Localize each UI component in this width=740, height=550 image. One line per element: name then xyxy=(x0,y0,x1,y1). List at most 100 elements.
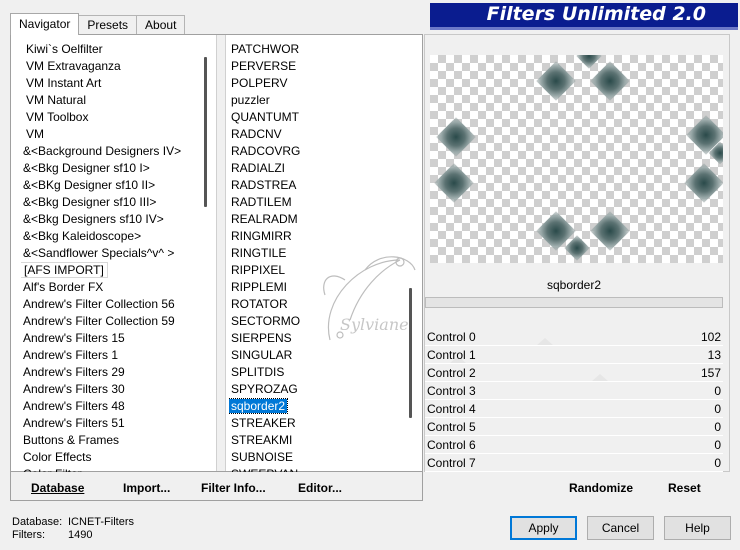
category-item-label: &<Background Designers IV> xyxy=(23,144,182,158)
control-name: Control 4 xyxy=(427,402,476,416)
filter-item[interactable]: RADTILEM xyxy=(229,194,409,211)
category-item-label: Andrew's Filters 48 xyxy=(23,399,125,413)
filters-count-value: 1490 xyxy=(68,529,93,541)
filter-item-label: RADTILEM xyxy=(231,195,292,209)
database-label: Database: xyxy=(12,516,63,528)
control-slider[interactable]: Control 5 0 xyxy=(425,418,723,436)
filter-info-button[interactable]: Filter Info... xyxy=(201,481,266,495)
filter-item[interactable]: REALRADM xyxy=(229,211,409,228)
category-item[interactable]: &<Bkg Designer sf10 III> xyxy=(21,194,199,211)
filter-item[interactable]: sqborder2 xyxy=(229,398,409,415)
tab-navigator[interactable]: Navigator xyxy=(10,13,80,35)
filter-item[interactable]: RADCOVRG xyxy=(229,143,409,160)
control-slider[interactable]: Control 1 13 xyxy=(425,346,723,364)
cancel-button[interactable]: Cancel xyxy=(587,516,654,540)
filters-count-label: Filters: xyxy=(12,529,45,541)
filter-item[interactable]: SIERPENS xyxy=(229,330,409,347)
filter-item[interactable]: RADSTREA xyxy=(229,177,409,194)
database-info: Database: ICNET-Filters Filters: 1490 xyxy=(12,516,134,542)
navigator-panel: Kiwi`s Oelfilter VM Extravaganza VM Instan… xyxy=(10,34,423,473)
filter-item[interactable]: RADCNV xyxy=(229,126,409,143)
control-slider[interactable]: Control 6 0 xyxy=(425,436,723,454)
category-item[interactable]: VM Instant Art xyxy=(21,75,199,92)
filter-item[interactable]: SPYROZAG xyxy=(229,381,409,398)
filter-item-label: RINGTILE xyxy=(231,246,287,260)
category-item[interactable]: Kiwi`s Oelfilter xyxy=(21,41,199,58)
category-item[interactable]: &<Bkg Designer sf10 I> xyxy=(21,160,199,177)
category-item[interactable]: Andrew's Filters 15 xyxy=(21,330,199,347)
category-item[interactable]: &<Sandflower Specials^v^ > xyxy=(21,245,199,262)
category-scrollbar[interactable] xyxy=(204,57,207,207)
preview-diamond xyxy=(436,117,476,157)
control-slider[interactable]: Control 4 0 xyxy=(425,400,723,418)
category-item-label: Kiwi`s Oelfilter xyxy=(26,42,103,56)
category-item[interactable]: Color Effects xyxy=(21,449,199,466)
category-item[interactable]: &<BKg Designer sf10 II> xyxy=(21,177,199,194)
filter-scrollbar[interactable] xyxy=(409,288,412,418)
category-item[interactable]: Alf's Border FX xyxy=(21,279,199,296)
reset-button[interactable]: Reset xyxy=(668,481,701,495)
filter-item[interactable]: SINGULAR xyxy=(229,347,409,364)
filter-item[interactable]: RINGMIRR xyxy=(229,228,409,245)
category-item[interactable]: Andrew's Filters 29 xyxy=(21,364,199,381)
control-name: Control 3 xyxy=(427,384,476,398)
filter-item[interactable]: STREAKMI xyxy=(229,432,409,449)
filter-item[interactable]: ROTATOR xyxy=(229,296,409,313)
category-item[interactable]: VM Extravaganza xyxy=(21,58,199,75)
category-item[interactable]: Buttons & Frames xyxy=(21,432,199,449)
slider-thumb[interactable] xyxy=(592,374,608,381)
randomize-button[interactable]: Randomize xyxy=(569,481,633,495)
filter-item[interactable]: RIPPLEMI xyxy=(229,279,409,296)
filter-item[interactable]: SECTORMO xyxy=(229,313,409,330)
filter-item[interactable]: puzzler xyxy=(229,92,409,109)
category-item-label: &<Sandflower Specials^v^ > xyxy=(23,246,175,260)
control-slider[interactable]: Control 0 102 xyxy=(425,328,723,346)
category-item[interactable]: Andrew's Filters 48 xyxy=(21,398,199,415)
tab-presets[interactable]: Presets xyxy=(78,15,138,34)
category-item[interactable]: VM xyxy=(21,126,199,143)
category-item[interactable]: Andrew's Filter Collection 56 xyxy=(21,296,199,313)
filter-item[interactable]: STREAKER xyxy=(229,415,409,432)
category-item[interactable]: VM Natural xyxy=(21,92,199,109)
category-item-label: Alf's Border FX xyxy=(23,280,104,294)
control-slider[interactable]: Control 3 0 xyxy=(425,382,723,400)
tab-about[interactable]: About xyxy=(136,15,186,34)
filter-item[interactable]: QUANTUMT xyxy=(229,109,409,126)
filter-item[interactable]: PATCHWOR xyxy=(229,41,409,58)
tab-strip: Navigator Presets About xyxy=(10,13,186,35)
database-button[interactable]: Database xyxy=(31,481,84,495)
category-item[interactable]: &<Bkg Designers sf10 IV> xyxy=(21,211,199,228)
category-item[interactable]: Andrew's Filters 30 xyxy=(21,381,199,398)
filter-item[interactable]: PERVERSE xyxy=(229,58,409,75)
editor-button[interactable]: Editor... xyxy=(298,481,342,495)
apply-button[interactable]: Apply xyxy=(510,516,577,540)
help-button[interactable]: Help xyxy=(664,516,731,540)
filter-item[interactable]: SUBNOISE xyxy=(229,449,409,466)
category-list[interactable]: Kiwi`s Oelfilter VM Extravaganza VM Instan… xyxy=(21,41,199,473)
filter-item[interactable]: RADIALZI xyxy=(229,160,409,177)
category-item-label: VM Extravaganza xyxy=(26,59,121,73)
category-item[interactable]: &<Bkg Kaleidoscope> xyxy=(21,228,199,245)
preview-diamond xyxy=(434,163,474,203)
control-slider[interactable]: Control 7 0 xyxy=(425,454,723,472)
filter-item[interactable]: SPLITDIS xyxy=(229,364,409,381)
control-slider[interactable]: Control 2 157 xyxy=(425,364,723,382)
control-name: Control 7 xyxy=(427,456,476,470)
category-item[interactable]: VM Toolbox xyxy=(21,109,199,126)
filter-item[interactable]: POLPERV xyxy=(229,75,409,92)
category-item-label: VM Toolbox xyxy=(26,110,89,124)
category-item[interactable]: Andrew's Filters 51 xyxy=(21,415,199,432)
category-item[interactable]: Andrew's Filters 1 xyxy=(21,347,199,364)
category-item-label: Andrew's Filters 29 xyxy=(23,365,125,379)
category-item[interactable]: Andrew's Filter Collection 59 xyxy=(21,313,199,330)
filter-item[interactable]: RINGTILE xyxy=(229,245,409,262)
slider-thumb[interactable] xyxy=(537,338,553,345)
filter-list[interactable]: PATCHWOR PERVERSE POLPERV puzzler QUANTUMT RA… xyxy=(229,41,409,473)
category-item[interactable]: &<Background Designers IV> xyxy=(21,143,199,160)
filter-item[interactable]: RIPPIXEL xyxy=(229,262,409,279)
control-value: 102 xyxy=(700,330,721,344)
filter-item-label: QUANTUMT xyxy=(231,110,299,124)
filter-item-label: SUBNOISE xyxy=(231,450,294,464)
import-button[interactable]: Import... xyxy=(123,481,170,495)
category-item[interactable]: [AFS IMPORT] xyxy=(21,262,199,279)
